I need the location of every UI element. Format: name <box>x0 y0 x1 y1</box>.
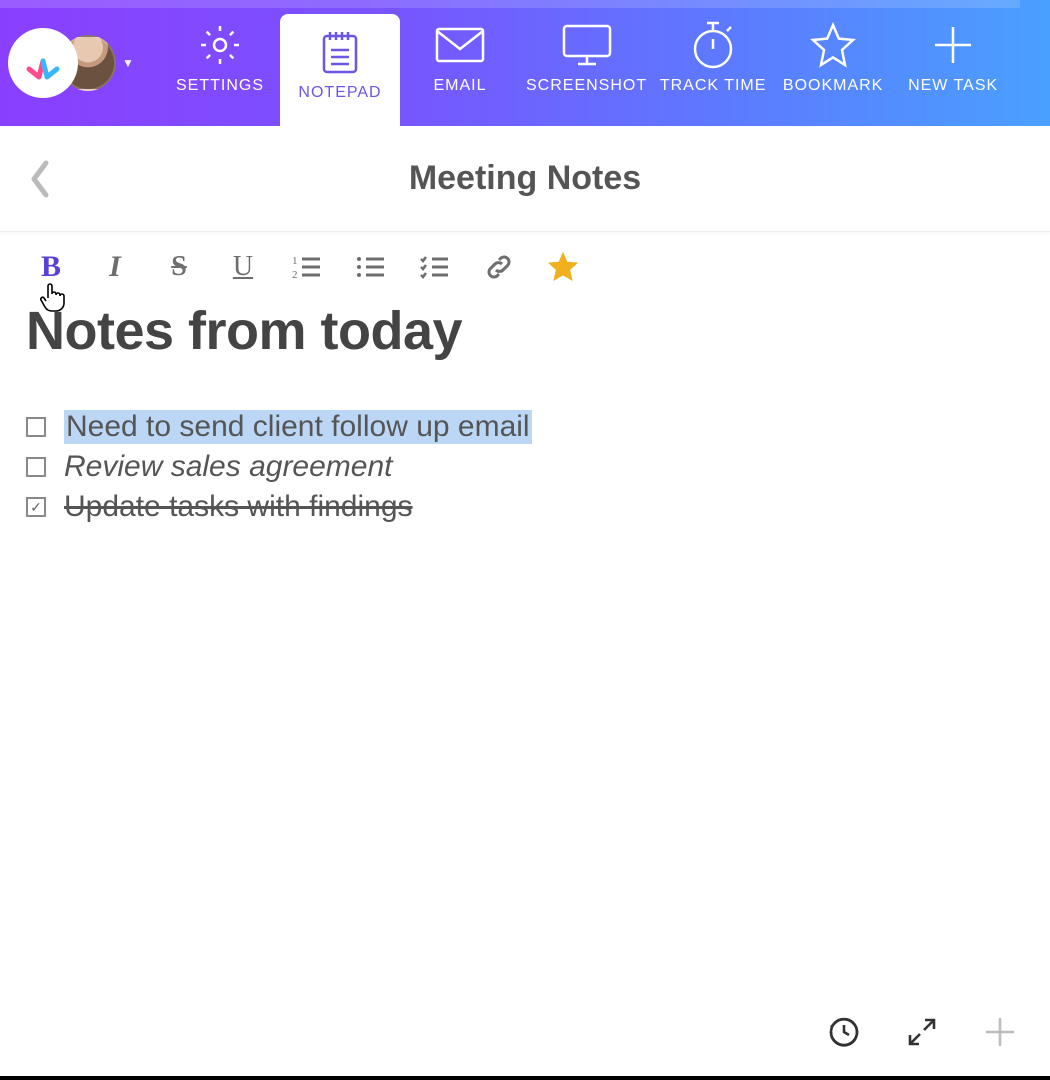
strikethrough-button[interactable]: S <box>162 250 196 284</box>
format-toolbar: B I S U 1 2 <box>0 232 1050 292</box>
svg-text:2: 2 <box>292 269 298 280</box>
nav-label: SETTINGS <box>176 77 264 95</box>
link-button[interactable] <box>482 250 516 284</box>
ordered-list-icon: 1 2 <box>292 254 322 280</box>
expand-icon <box>906 1016 938 1048</box>
bold-button[interactable]: B <box>34 250 68 284</box>
top-nav: ▼ SETTINGS NOTEPAD <box>0 0 1050 126</box>
add-button[interactable] <box>980 1012 1020 1052</box>
nav-label: SCREENSHOT <box>526 77 647 95</box>
chevron-left-icon <box>26 157 54 201</box>
bottom-actions <box>824 1012 1020 1052</box>
nav-item-email[interactable]: EMAIL <box>400 0 520 126</box>
mail-icon <box>433 21 487 69</box>
nav-label: TRACK TIME <box>660 77 767 95</box>
unordered-list-icon <box>356 254 386 280</box>
brand-avatar-group[interactable]: ▼ <box>0 0 160 126</box>
notepad-icon <box>318 28 362 76</box>
monitor-icon <box>560 21 614 69</box>
nav-item-new-task[interactable]: NEW TASK <box>893 0 1013 126</box>
italic-button[interactable]: I <box>98 250 132 284</box>
checklist-text[interactable]: Update tasks with findings <box>64 490 413 524</box>
titlebar: Meeting Notes <box>0 126 1050 232</box>
checkbox[interactable] <box>26 457 46 477</box>
chevron-down-icon[interactable]: ▼ <box>122 56 134 70</box>
nav-items: SETTINGS NOTEPAD EMAIL <box>160 0 1050 126</box>
svg-text:1: 1 <box>292 255 298 267</box>
plus-icon <box>931 21 975 69</box>
nav-item-notepad[interactable]: NOTEPAD <box>280 14 400 126</box>
editor-content[interactable]: Notes from today Need to send client fol… <box>0 292 1050 524</box>
checkbox[interactable] <box>26 417 46 437</box>
unordered-list-button[interactable] <box>354 250 388 284</box>
ordered-list-button[interactable]: 1 2 <box>290 250 324 284</box>
history-button[interactable] <box>824 1012 864 1052</box>
checklist-item[interactable]: Update tasks with findings <box>26 490 1024 524</box>
nav-label: EMAIL <box>433 77 486 95</box>
nav-label: BOOKMARK <box>783 77 883 95</box>
nav-label: NOTEPAD <box>298 84 381 102</box>
frame-border <box>0 1076 1050 1080</box>
nav-item-track-time[interactable]: TRACK TIME <box>653 0 773 126</box>
history-icon <box>827 1015 861 1049</box>
nav-item-screenshot[interactable]: SCREENSHOT <box>520 0 653 126</box>
nav-item-bookmark[interactable]: BOOKMARK <box>773 0 893 126</box>
star-icon <box>809 21 857 69</box>
link-icon <box>484 252 514 282</box>
app-logo[interactable] <box>8 28 78 98</box>
favorite-button[interactable] <box>546 250 580 284</box>
document-heading[interactable]: Notes from today <box>26 300 1024 362</box>
plus-icon <box>983 1015 1017 1049</box>
checklist-item[interactable]: Need to send client follow up email <box>26 410 1024 444</box>
checklist-item[interactable]: Review sales agreement <box>26 450 1024 484</box>
star-filled-icon <box>547 251 579 283</box>
nav-item-settings[interactable]: SETTINGS <box>160 0 280 126</box>
expand-button[interactable] <box>902 1012 942 1052</box>
checklist-text[interactable]: Need to send client follow up email <box>64 410 532 444</box>
underline-button[interactable]: U <box>226 250 260 284</box>
gear-icon <box>197 21 243 69</box>
checklist-text[interactable]: Review sales agreement <box>64 450 393 484</box>
page-title: Meeting Notes <box>409 159 641 198</box>
checklist-button[interactable] <box>418 250 452 284</box>
stopwatch-icon <box>689 21 737 69</box>
clickup-logo-icon <box>23 43 63 83</box>
checkbox-checked[interactable] <box>26 497 46 517</box>
checklist-icon <box>420 254 450 280</box>
nav-label: NEW TASK <box>908 77 998 95</box>
back-button[interactable] <box>20 159 60 199</box>
